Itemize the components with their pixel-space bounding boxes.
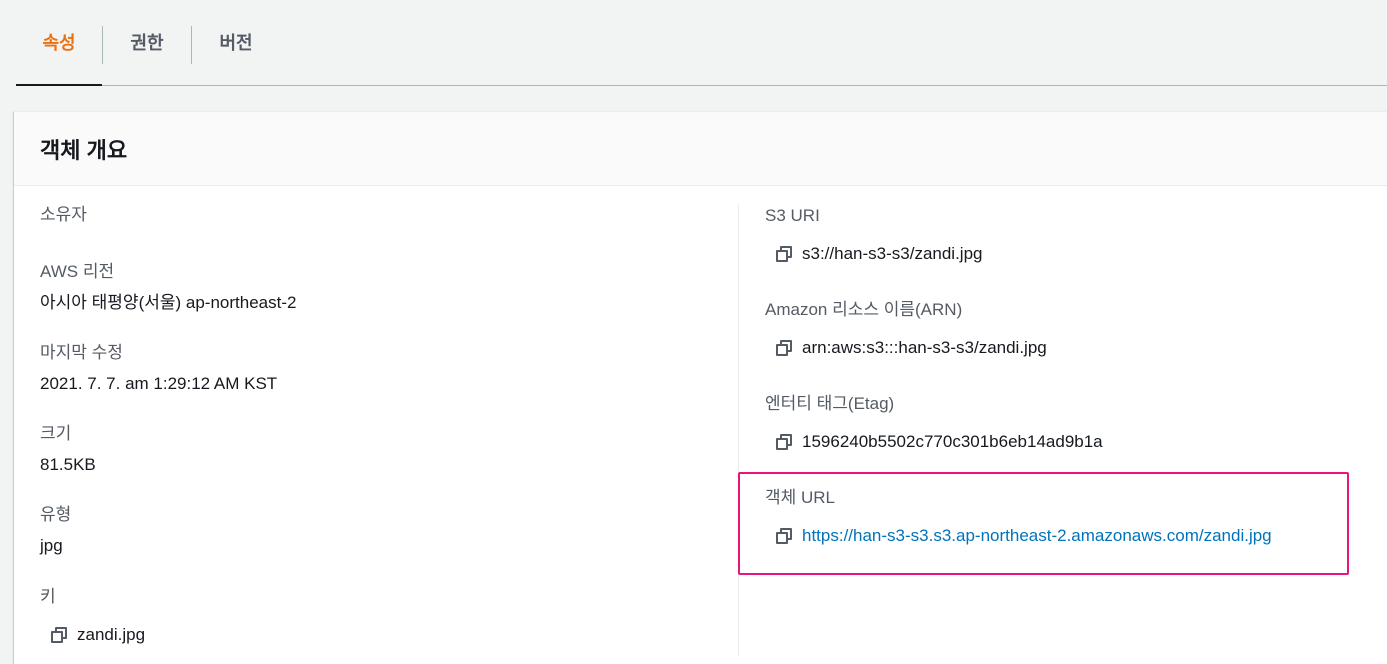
type-field: 유형 jpg: [40, 504, 71, 557]
object-url-label: 객체 URL: [765, 488, 836, 507]
s3-uri-copy-row: s3://han-s3-s3/zandi.jpg: [775, 243, 983, 265]
key-copy-row: zandi.jpg: [50, 624, 145, 646]
last-modified-field: 마지막 수정 2021. 7. 7. am 1:29:12 AM KST: [40, 342, 277, 395]
copy-icon[interactable]: [775, 245, 793, 263]
key-label: 키: [40, 587, 56, 606]
copy-icon[interactable]: [50, 626, 68, 644]
size-field: 크기 81.5KB: [40, 423, 96, 476]
owner-label: 소유자: [40, 205, 87, 224]
tab-versions[interactable]: 버전: [192, 0, 280, 84]
object-url-link[interactable]: https://han-s3-s3.s3.ap-northeast-2.amaz…: [802, 525, 1272, 547]
key-field: 키 zandi.jpg: [40, 586, 145, 646]
tab-bar: 속성 권한 버전: [16, 0, 1387, 86]
object-url-field: 객체 URL https://han-s3-s3.s3.ap-northeast…: [765, 487, 1272, 547]
last-modified-label: 마지막 수정: [40, 343, 123, 362]
s3-uri-field: S3 URI s3://han-s3-s3/zandi.jpg: [765, 205, 983, 265]
page: 속성 권한 버전 객체 개요 소유자 AWS 리전 아시아 태평양(서울) ap…: [0, 0, 1387, 664]
etag-copy-row: 1596240b5502c770c301b6eb14ad9b1a: [775, 431, 1103, 453]
region-label: AWS 리전: [40, 262, 115, 281]
last-modified-value: 2021. 7. 7. am 1:29:12 AM KST: [40, 374, 278, 393]
copy-icon[interactable]: [775, 433, 793, 451]
etag-field: 엔터티 태그(Etag) 1596240b5502c770c301b6eb14a…: [765, 393, 1103, 453]
etag-label: 엔터티 태그(Etag): [765, 394, 895, 413]
arn-field: Amazon 리소스 이름(ARN) arn:aws:s3:::han-s3-s…: [765, 299, 1047, 359]
s3-uri-value: s3://han-s3-s3/zandi.jpg: [802, 244, 983, 263]
type-value: jpg: [40, 536, 63, 555]
tab-properties[interactable]: 속성: [16, 0, 102, 86]
key-value: zandi.jpg: [77, 625, 146, 644]
copy-icon[interactable]: [775, 527, 793, 545]
arn-value: arn:aws:s3:::han-s3-s3/zandi.jpg: [802, 338, 1047, 357]
region-field: AWS 리전 아시아 태평양(서울) ap-northeast-2: [40, 261, 296, 314]
tab-permissions[interactable]: 권한: [103, 0, 191, 84]
column-divider: [738, 204, 739, 656]
object-overview-panel: 객체 개요 소유자 AWS 리전 아시아 태평양(서울) ap-northeas…: [14, 111, 1387, 664]
type-label: 유형: [40, 505, 72, 524]
s3-uri-label: S3 URI: [765, 206, 820, 225]
size-label: 크기: [40, 424, 72, 443]
object-url-copy-row: https://han-s3-s3.s3.ap-northeast-2.amaz…: [775, 525, 1272, 547]
arn-copy-row: arn:aws:s3:::han-s3-s3/zandi.jpg: [775, 337, 1047, 359]
size-value: 81.5KB: [40, 455, 96, 474]
etag-value: 1596240b5502c770c301b6eb14ad9b1a: [802, 432, 1103, 451]
owner-field: 소유자: [40, 204, 87, 226]
panel-header: 객체 개요: [14, 112, 1387, 186]
region-value: 아시아 태평양(서울) ap-northeast-2: [40, 293, 297, 312]
arn-label: Amazon 리소스 이름(ARN): [765, 300, 963, 319]
panel-title: 객체 개요: [40, 137, 128, 163]
copy-icon[interactable]: [775, 339, 793, 357]
